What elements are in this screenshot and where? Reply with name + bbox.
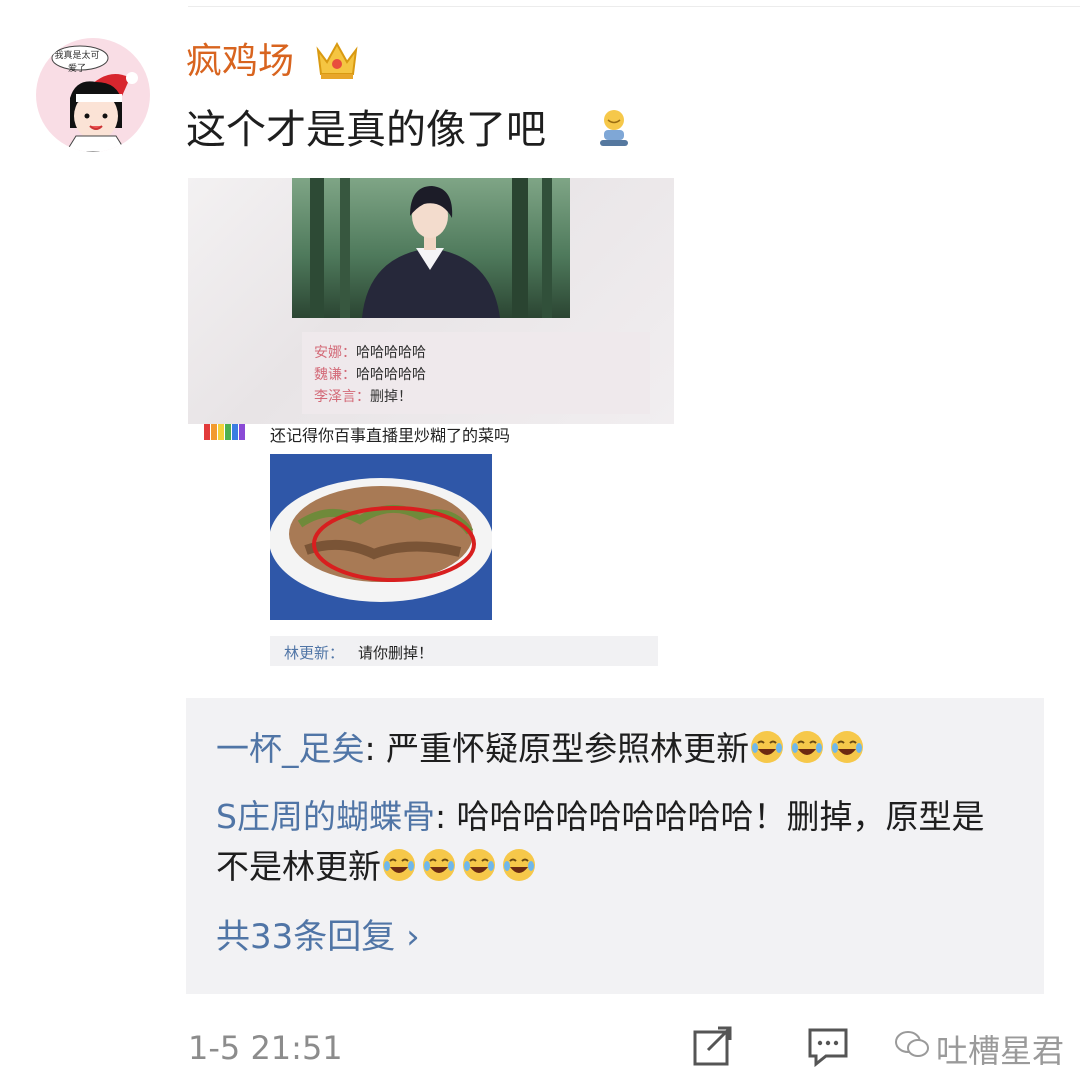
- caption-speaker: 李泽言：: [314, 389, 370, 405]
- burnt-dish-photo: [270, 454, 492, 620]
- rainbow-avatar-icon: [204, 424, 245, 440]
- laughing-tears-emoji-icon: [383, 849, 415, 881]
- crown-badge-icon: [316, 41, 358, 79]
- reply-text: : 严重怀疑原型参照林更新: [364, 729, 750, 768]
- caption-text: 哈哈哈哈哈: [356, 367, 426, 383]
- top-divider: [188, 6, 1080, 7]
- laughing-tears-emoji-icon: [751, 731, 784, 763]
- avatar-caption: 我真是太可爱了: [54, 51, 100, 74]
- post-timestamp: 1-5 21:51: [188, 1029, 343, 1067]
- anime-character-scene: [292, 178, 570, 318]
- laughing-tears-emoji-icon: [463, 849, 495, 881]
- post-image[interactable]: 安娜：哈哈哈哈哈 魏谦：哈哈哈哈哈 李泽言：删掉！ 还记得你百事直播里炒糊了的菜…: [188, 178, 674, 668]
- reply-username[interactable]: S庄周的蝴蝶骨: [216, 797, 435, 836]
- reply-username[interactable]: 一杯_足矣: [216, 729, 365, 768]
- username[interactable]: 疯鸡场: [186, 38, 294, 86]
- post-text: 这个才是真的像了吧: [186, 107, 546, 153]
- laughing-tears-emoji-icon: [791, 731, 824, 763]
- replies-box: 一杯_足矣: 严重怀疑原型参照林更新 S庄周的蝴蝶骨: 哈哈哈哈哈哈哈哈哈！删掉…: [186, 698, 1044, 994]
- laughing-tears-emoji-icon: [503, 849, 535, 881]
- wechat-logo-icon: [895, 1031, 929, 1057]
- user-avatar[interactable]: 我真是太可爱了: [36, 38, 150, 152]
- reply-item[interactable]: 一杯_足矣: 严重怀疑原型参照林更新: [216, 724, 1016, 774]
- image-reply-name: 林更新：: [284, 644, 345, 662]
- caption-speaker: 魏谦：: [314, 367, 356, 383]
- caption-speaker: 安娜：: [314, 345, 356, 361]
- image-comment-text: 还记得你百事直播里炒糊了的菜吗: [270, 426, 511, 445]
- sitting-figure-emoji-icon: [600, 110, 628, 146]
- watermark: 吐槽星君: [874, 1022, 1080, 1072]
- reply-item[interactable]: S庄周的蝴蝶骨: 哈哈哈哈哈哈哈哈哈！删掉，原型是不是林更新: [216, 792, 1016, 892]
- image-caption-box: 安娜：哈哈哈哈哈 魏谦：哈哈哈哈哈 李泽言：删掉！: [302, 332, 650, 414]
- caption-text: 哈哈哈哈哈: [356, 345, 426, 361]
- image-reply-bar: 林更新： 请你删掉！: [270, 636, 658, 666]
- image-reply-text: 请你删掉！: [358, 644, 434, 662]
- laughing-tears-emoji-icon: [423, 849, 455, 881]
- more-replies-link[interactable]: 共33条回复 ›: [216, 912, 420, 962]
- laughing-tears-emoji-icon: [831, 731, 864, 763]
- caption-text: 删掉！: [370, 389, 412, 405]
- comment-icon[interactable]: [806, 1026, 850, 1068]
- watermark-text: 吐槽星君: [936, 1032, 1065, 1070]
- share-icon[interactable]: [692, 1026, 734, 1066]
